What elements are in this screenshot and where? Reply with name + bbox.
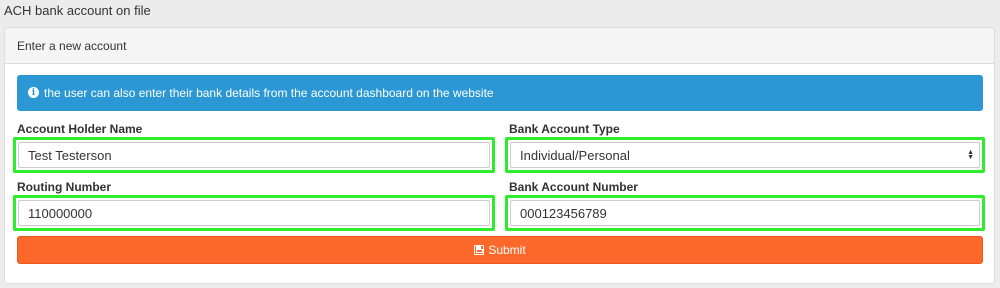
new-account-panel: Enter a new account i the user can also … <box>4 27 995 284</box>
routing-number-highlight: 110000000 <box>13 195 495 231</box>
bank-account-type-select[interactable]: Individual/Personal ▲ ▼ <box>510 142 980 168</box>
submit-label: Submit <box>488 243 526 257</box>
bank-account-type-label: Bank Account Type <box>509 122 620 136</box>
bank-account-type-highlight: Individual/Personal ▲ ▼ <box>505 137 985 173</box>
account-holder-name-label: Account Holder Name <box>17 122 143 136</box>
section-title: ACH bank account on file <box>4 3 151 18</box>
bank-account-number-value: 000123456789 <box>520 205 607 221</box>
save-icon <box>474 245 485 255</box>
routing-number-label: Routing Number <box>17 180 111 194</box>
account-holder-name-value: Test Testerson <box>28 147 112 163</box>
bank-account-type-value: Individual/Personal <box>520 147 630 163</box>
bank-account-number-label: Bank Account Number <box>509 180 638 194</box>
account-holder-name-input[interactable]: Test Testerson <box>18 142 490 168</box>
routing-number-value: 110000000 <box>28 205 93 221</box>
bank-account-number-highlight: 000123456789 <box>505 195 985 231</box>
select-updown-icon: ▲ ▼ <box>967 149 974 161</box>
account-holder-name-highlight: Test Testerson <box>13 137 495 173</box>
routing-number-input[interactable]: 110000000 <box>18 200 490 226</box>
submit-button[interactable]: Submit <box>17 236 983 264</box>
bank-account-number-input[interactable]: 000123456789 <box>510 200 980 226</box>
info-circle-icon: i <box>28 87 39 98</box>
info-alert: i the user can also enter their bank det… <box>17 75 983 111</box>
panel-heading: Enter a new account <box>5 28 994 64</box>
info-alert-text: the user can also enter their bank detai… <box>44 86 494 100</box>
